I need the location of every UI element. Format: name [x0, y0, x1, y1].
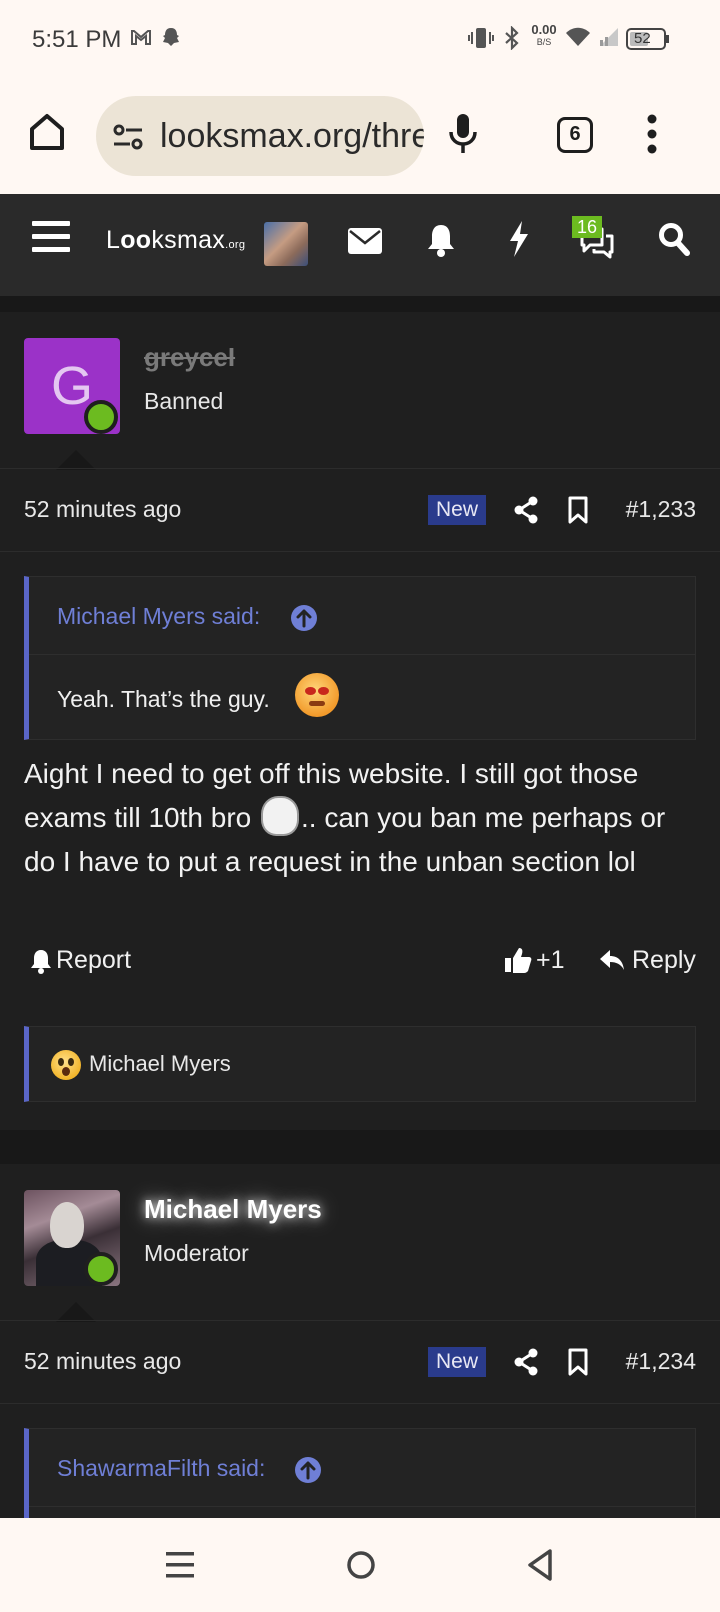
site-header: Looksmax.org 16	[0, 194, 720, 296]
post-actions: Report +1 Reply	[0, 930, 720, 990]
snapchat-icon	[160, 26, 182, 48]
user-block-arrow	[56, 450, 96, 470]
home-nav-icon[interactable]	[346, 1550, 376, 1580]
site-logo[interactable]: Looksmax.org	[106, 226, 245, 255]
report-button[interactable]: Report	[56, 946, 131, 975]
share-icon[interactable]	[514, 496, 538, 524]
battery-level: 52	[634, 30, 651, 47]
like-thumbs-up-icon[interactable]	[504, 946, 532, 974]
user-title: Banned	[144, 388, 224, 414]
post-message: Aight I need to get off this website. I …	[24, 752, 696, 884]
network-speed: 0.00 B/S	[530, 22, 558, 48]
system-navigation-bar	[0, 1518, 720, 1612]
inbox-icon[interactable]	[348, 228, 382, 254]
gmail-icon	[130, 26, 152, 48]
reply-button[interactable]: Reply	[632, 946, 696, 975]
user-title: Moderator	[144, 1240, 249, 1266]
net-speed-unit: B/S	[536, 37, 552, 47]
search-icon[interactable]	[658, 222, 690, 256]
username[interactable]: Michael Myers	[144, 1194, 322, 1225]
recent-apps-icon[interactable]	[166, 1550, 194, 1580]
online-status-indicator	[84, 400, 118, 434]
post-timestamp[interactable]: 52 minutes ago	[24, 496, 181, 523]
signal-icon	[598, 26, 620, 48]
quote-text: Yeah. That’s the guy.	[57, 686, 270, 712]
conversations-badge: 16	[572, 216, 602, 238]
username[interactable]: greyceI	[144, 342, 235, 373]
avatar-mask	[50, 1202, 84, 1248]
post-number[interactable]: #1,234	[626, 1348, 696, 1375]
report-bell-icon[interactable]	[30, 948, 52, 974]
whats-new-lightning-icon[interactable]	[508, 220, 530, 258]
home-icon[interactable]	[28, 112, 66, 152]
post-meta-row: 52 minutes ago New #1,234	[0, 1320, 720, 1404]
blushing-emoji-icon	[295, 673, 339, 717]
more-options-icon[interactable]	[646, 114, 658, 154]
thread-content: G greyceI Banned 52 minutes ago New #1,2…	[0, 296, 720, 1518]
status-time: 5:51 PM	[32, 26, 122, 53]
alerts-bell-icon[interactable]	[426, 222, 456, 258]
bluetooth-icon	[502, 26, 522, 50]
bookmark-icon[interactable]	[568, 1348, 588, 1376]
header-user-avatar[interactable]	[264, 222, 308, 266]
wojak-emoji-icon	[261, 796, 299, 836]
like-count[interactable]: +1	[536, 946, 565, 975]
vibrate-icon	[468, 26, 494, 50]
status-bar: 5:51 PM 0.00 B/S 52	[0, 0, 720, 78]
quote-block: Michael Myers said: Yeah. That’s the guy…	[24, 576, 696, 740]
url-bar[interactable]: looksmax.org/threads/	[96, 96, 424, 176]
jump-to-quote-icon[interactable]	[295, 1457, 321, 1483]
net-speed-value: 0.00	[531, 22, 557, 37]
post-number[interactable]: #1,233	[626, 496, 696, 523]
bookmark-icon[interactable]	[568, 496, 588, 524]
reaction-user[interactable]: Michael Myers	[89, 1051, 231, 1077]
site-settings-icon[interactable]	[112, 123, 144, 151]
post: G greyceI Banned 52 minutes ago New #1,2…	[0, 312, 720, 1130]
browser-toolbar: looksmax.org/threads/ 6	[0, 78, 720, 194]
jump-to-quote-icon[interactable]	[291, 605, 317, 631]
quote-header: ShawarmaFilth said:	[29, 1429, 695, 1507]
online-status-indicator	[84, 1252, 118, 1286]
tab-switcher-button[interactable]: 6	[557, 117, 593, 153]
post-timestamp[interactable]: 52 minutes ago	[24, 1348, 181, 1375]
quote-attribution[interactable]: ShawarmaFilth said:	[57, 1455, 265, 1482]
quote-header: Michael Myers said:	[29, 577, 695, 655]
post: Michael Myers Moderator 52 minutes ago N…	[0, 1164, 720, 1518]
logo-suffix: .org	[225, 239, 246, 251]
share-icon[interactable]	[514, 1348, 538, 1376]
post-meta-row: 52 minutes ago New #1,233	[0, 468, 720, 552]
back-nav-icon[interactable]	[526, 1548, 554, 1582]
battery-icon: 52	[626, 28, 670, 50]
menu-icon[interactable]	[32, 220, 70, 254]
reply-arrow-icon[interactable]	[598, 948, 626, 972]
reactions-bar[interactable]: Michael Myers	[24, 1026, 696, 1102]
quote-attribution[interactable]: Michael Myers said:	[57, 603, 260, 630]
logo-part: oo	[120, 226, 152, 254]
new-badge: New	[428, 1347, 486, 1377]
quote-block: ShawarmaFilth said:	[24, 1428, 696, 1518]
user-block-arrow	[56, 1302, 96, 1322]
logo-part: ksmax	[151, 226, 226, 254]
logo-part: L	[106, 226, 121, 254]
wifi-icon	[564, 26, 592, 48]
new-badge: New	[428, 495, 486, 525]
shocked-emoji-icon	[51, 1050, 81, 1080]
microphone-icon[interactable]	[448, 112, 478, 154]
url-text: looksmax.org/threads/	[160, 117, 424, 155]
